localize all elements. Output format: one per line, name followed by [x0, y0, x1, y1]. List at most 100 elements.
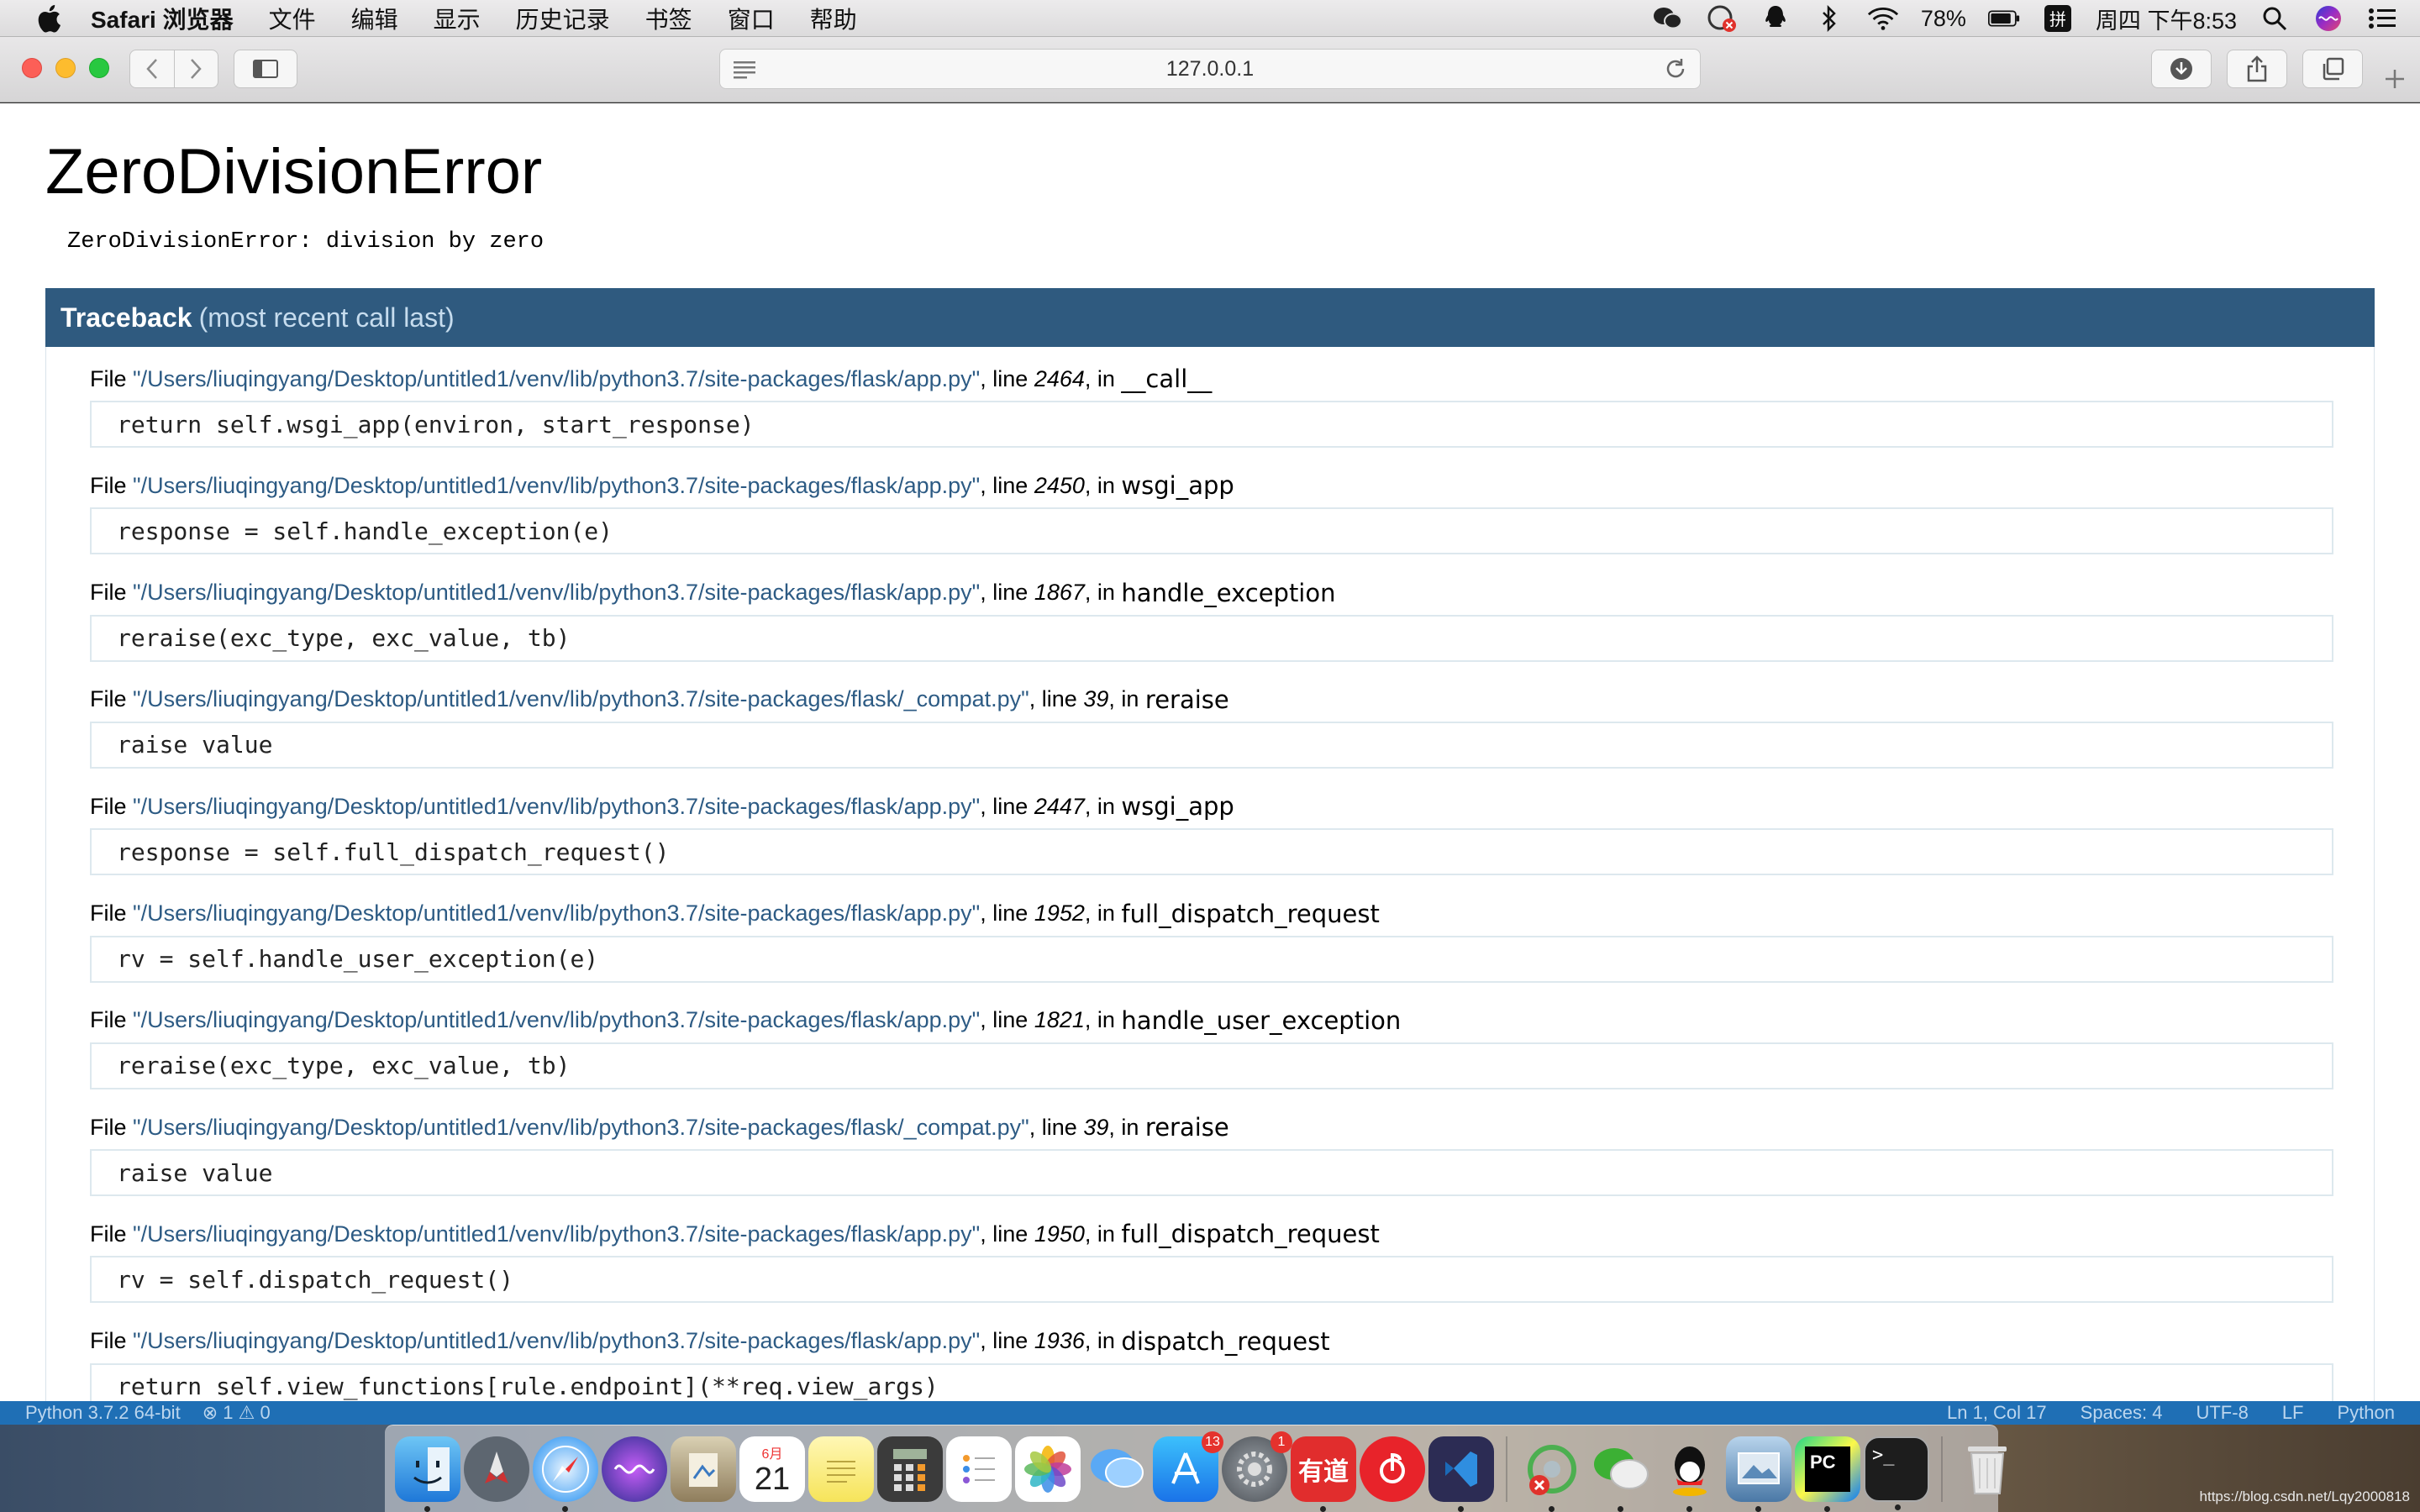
qq-dock-icon[interactable] — [1657, 1436, 1723, 1512]
reader-view-icon[interactable] — [732, 58, 757, 86]
traceback-frame[interactable]: File "/Users/liuqingyang/Desktop/untitle… — [90, 1109, 2333, 1197]
frame-source-line[interactable]: raise value — [90, 1149, 2333, 1197]
menu-history[interactable]: 历史记录 — [516, 2, 610, 35]
youdao-dict-icon[interactable]: 有道 — [1291, 1436, 1356, 1512]
menu-file[interactable]: 文件 — [269, 2, 316, 35]
notification-center-icon[interactable] — [2366, 3, 2398, 34]
tab-overview-button[interactable] — [2302, 50, 2363, 88]
share-button[interactable] — [2227, 50, 2287, 88]
window-close-button[interactable] — [22, 58, 42, 78]
traceback-frame[interactable]: File "/Users/liuqingyang/Desktop/untitle… — [90, 1323, 2333, 1401]
frame-source-line[interactable]: reraise(exc_type, exc_value, tb) — [90, 1042, 2333, 1089]
traceback-frame[interactable]: File "/Users/liuqingyang/Desktop/untitle… — [90, 1215, 2333, 1304]
system-preferences-icon[interactable]: 1 — [1222, 1431, 1292, 1502]
frame-line-number: 2450 — [1034, 472, 1085, 498]
frame-source-line[interactable]: rv = self.handle_user_exception(e) — [90, 935, 2333, 983]
traceback-frames: File "/Users/liuqingyang/Desktop/untitle… — [45, 347, 2375, 1401]
traceback-frame[interactable]: File "/Users/liuqingyang/Desktop/untitle… — [90, 1002, 2333, 1089]
siri-dock-icon[interactable] — [602, 1436, 667, 1502]
frame-source-line[interactable]: reraise(exc_type, exc_value, tb) — [90, 614, 2333, 662]
pycharm-icon[interactable]: PC — [1795, 1436, 1860, 1512]
window-minimize-button[interactable] — [55, 58, 76, 78]
traceback-header[interactable]: Traceback (most recent call last) — [45, 288, 2375, 347]
menu-bookmarks[interactable]: 书签 — [645, 2, 692, 35]
input-method-icon[interactable]: 拼 — [2042, 3, 2074, 34]
menu-window[interactable]: 窗口 — [728, 2, 775, 35]
menu-app-name[interactable]: Safari 浏览器 — [91, 2, 234, 35]
cursor-position[interactable]: Ln 1, Col 17 — [1947, 1402, 2047, 1424]
line-ending[interactable]: LF — [2282, 1402, 2304, 1424]
preview-app-icon[interactable] — [671, 1436, 736, 1502]
problems-count[interactable]: ⊗ 1 ⚠ 0 — [203, 1402, 271, 1424]
launchpad-icon[interactable] — [464, 1436, 529, 1502]
battery-icon[interactable] — [1987, 3, 2020, 34]
reminders-icon[interactable] — [946, 1436, 1012, 1502]
sidebar-toggle-button[interactable] — [234, 50, 297, 88]
frame-source-line[interactable]: response = self.full_dispatch_request() — [90, 828, 2333, 876]
qq-status-icon[interactable] — [1760, 3, 1791, 34]
web-page: ZeroDivisionError ZeroDivisionError: div… — [0, 103, 2420, 1401]
frame-line-word: , line — [980, 472, 1034, 498]
app-store-icon[interactable]: 13 — [1153, 1431, 1223, 1502]
frame-source-line[interactable]: rv = self.dispatch_request() — [90, 1256, 2333, 1304]
wechat-dock-icon[interactable] — [1588, 1436, 1654, 1512]
frame-source-line[interactable]: response = self.handle_exception(e) — [90, 507, 2333, 555]
url-text[interactable]: 127.0.0.1 — [1166, 57, 1254, 81]
frame-in-word: , in — [1084, 793, 1122, 819]
apple-menu-icon[interactable] — [32, 2, 66, 35]
frame-line-number: 1867 — [1034, 580, 1085, 606]
wifi-icon[interactable] — [1867, 3, 1899, 34]
vpn-status-icon[interactable] — [1706, 3, 1738, 34]
vscode-icon[interactable] — [1428, 1436, 1494, 1512]
frame-source-line[interactable]: return self.view_functions[rule.endpoint… — [90, 1362, 2333, 1401]
traceback-frame[interactable]: File "/Users/liuqingyang/Desktop/untitle… — [90, 681, 2333, 769]
calendar-icon[interactable]: 6月 21 — [739, 1436, 805, 1502]
image-viewer-icon[interactable] — [1726, 1436, 1791, 1512]
traceback-frame[interactable]: File "/Users/liuqingyang/Desktop/untitle… — [90, 575, 2333, 662]
proxy-app-icon[interactable] — [1519, 1436, 1585, 1512]
menu-help[interactable]: 帮助 — [810, 2, 857, 35]
frame-source-line[interactable]: return self.wsgi_app(environ, start_resp… — [90, 401, 2333, 448]
menu-view[interactable]: 显示 — [434, 2, 481, 35]
language-mode[interactable]: Python — [2338, 1402, 2396, 1424]
messages-icon[interactable] — [1084, 1436, 1150, 1502]
forward-button[interactable] — [173, 50, 218, 87]
reload-icon[interactable] — [1663, 56, 1688, 87]
menu-clock[interactable]: 周四 下午8:53 — [2096, 3, 2237, 35]
traceback-frame[interactable]: File "/Users/liuqingyang/Desktop/untitle… — [90, 788, 2333, 876]
window-fullscreen-button[interactable] — [89, 58, 109, 78]
frame-file-path: "/Users/liuqingyang/Desktop/untitled1/ve… — [133, 580, 981, 606]
nav-buttons — [129, 50, 218, 88]
calendar-month: 6月 — [761, 1446, 783, 1462]
netease-music-icon[interactable] — [1360, 1436, 1425, 1502]
frame-header: File "/Users/liuqingyang/Desktop/untitle… — [90, 467, 2333, 504]
frame-source-line[interactable]: raise value — [90, 721, 2333, 769]
terminal-icon[interactable]: >_ — [1864, 1436, 1929, 1510]
address-bar[interactable]: 127.0.0.1 — [719, 49, 1701, 89]
traceback-frame[interactable]: File "/Users/liuqingyang/Desktop/untitle… — [90, 360, 2333, 448]
downloads-button[interactable] — [2151, 50, 2212, 88]
wechat-status-icon[interactable] — [1652, 3, 1684, 34]
siri-icon[interactable] — [2312, 3, 2344, 34]
new-tab-button[interactable] — [2378, 62, 2412, 96]
frame-file-word: File — [90, 365, 134, 391]
dock: 6月 21 13 1 有道 PC >_ — [385, 1425, 2007, 1512]
frame-in-word: , in — [1084, 900, 1122, 926]
traceback-frame[interactable]: File "/Users/liuqingyang/Desktop/untitle… — [90, 467, 2333, 555]
indentation[interactable]: Spaces: 4 — [2081, 1402, 2163, 1424]
safari-dock-icon[interactable] — [533, 1436, 598, 1512]
python-interpreter[interactable]: Python 3.7.2 64-bit — [25, 1402, 181, 1424]
frame-line-number: 1936 — [1034, 1328, 1085, 1354]
bluetooth-icon[interactable] — [1813, 3, 1845, 34]
calculator-icon[interactable] — [877, 1436, 943, 1502]
trash-icon[interactable] — [1954, 1436, 2020, 1502]
finder-icon[interactable] — [395, 1436, 460, 1512]
frame-header: File "/Users/liuqingyang/Desktop/untitle… — [90, 1002, 2333, 1039]
back-button[interactable] — [130, 50, 174, 87]
spotlight-search-icon[interactable] — [2259, 3, 2291, 34]
encoding[interactable]: UTF-8 — [2196, 1402, 2248, 1424]
notes-icon[interactable] — [808, 1436, 874, 1502]
traceback-frame[interactable]: File "/Users/liuqingyang/Desktop/untitle… — [90, 895, 2333, 983]
menu-edit[interactable]: 编辑 — [351, 2, 398, 35]
photos-icon[interactable] — [1015, 1436, 1081, 1502]
